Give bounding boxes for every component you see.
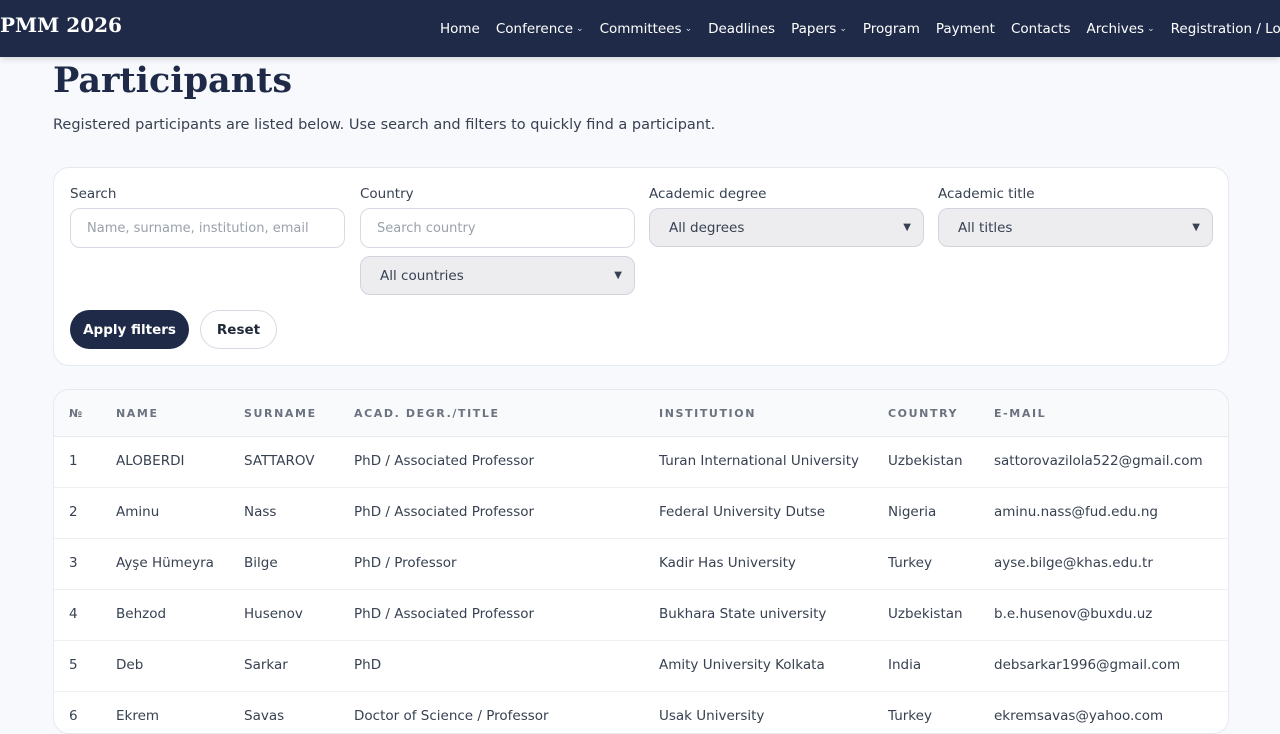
cell-email: debsarkar1996@gmail.com bbox=[994, 657, 1181, 673]
chevron-down-icon: ▼ bbox=[1192, 222, 1200, 233]
nav-menu: Home Conference ⌄ Committees ⌄ Deadlines Paper… bbox=[440, 0, 1280, 57]
nav-item-conference[interactable]: Conference ⌄ bbox=[496, 21, 584, 37]
cell-institution: Turan International University bbox=[659, 453, 859, 469]
nav-item-label: Contacts bbox=[1010, 20, 1071, 37]
column-header-name: NAME bbox=[116, 407, 159, 420]
cell-degree-title: PhD / Associated Professor bbox=[354, 453, 535, 469]
cell-email: ayse.bilge@khas.edu.tr bbox=[994, 555, 1153, 571]
country-label: Country bbox=[360, 186, 414, 202]
page-subtitle: Registered participants are listed below… bbox=[53, 117, 716, 133]
column-header-number: № bbox=[69, 407, 84, 420]
cell-surname: Husenov bbox=[244, 606, 303, 622]
title-label: Academic title bbox=[938, 186, 1035, 202]
cell-number: 5 bbox=[69, 657, 78, 673]
cell-institution: Kadir Has University bbox=[659, 555, 796, 571]
cell-country: Uzbekistan bbox=[888, 453, 963, 469]
nav-item-papers[interactable]: Papers ⌄ bbox=[791, 21, 847, 37]
table-row: 2 Aminu Nass PhD / Associated Professor Fede… bbox=[54, 488, 1228, 539]
nav-item-home[interactable]: Home bbox=[440, 21, 480, 37]
country-select[interactable]: All countries ▼ bbox=[360, 256, 635, 295]
table-row: 1 ALOBERDI SATTAROV PhD / Associated Profes… bbox=[54, 437, 1228, 488]
nav-item-label: Conference bbox=[495, 20, 574, 37]
cell-name: ALOBERDI bbox=[116, 453, 185, 469]
search-input-placeholder: Name, surname, institution, email bbox=[87, 220, 309, 236]
cell-institution: Amity University Kolkata bbox=[659, 657, 825, 673]
nav-item-label: Committees bbox=[599, 20, 682, 37]
column-header-degree-title: ACAD. DEGR./TITLE bbox=[354, 407, 500, 420]
apply-filters-button[interactable]: Apply filters bbox=[70, 310, 189, 349]
cell-surname: SATTAROV bbox=[244, 453, 315, 469]
cell-email: b.e.husenov@buxdu.uz bbox=[994, 606, 1153, 622]
degree-select[interactable]: All degrees ▼ bbox=[649, 208, 924, 247]
cell-country: Turkey bbox=[888, 555, 932, 571]
nav-item-contacts[interactable]: Contacts bbox=[1011, 21, 1071, 37]
cell-email: aminu.nass@fud.edu.ng bbox=[994, 504, 1158, 520]
cell-email: sattorovazilola522@gmail.com bbox=[994, 453, 1203, 469]
country-search-placeholder: Search country bbox=[377, 220, 476, 236]
nav-item-archives[interactable]: Archives ⌄ bbox=[1087, 21, 1155, 37]
cell-country: India bbox=[888, 657, 922, 673]
cell-surname: Sarkar bbox=[244, 657, 288, 673]
cell-name: Deb bbox=[116, 657, 144, 673]
cell-degree-title: PhD / Associated Professor bbox=[354, 606, 535, 622]
nav-item-program[interactable]: Program bbox=[863, 21, 920, 37]
country-search-input[interactable]: Search country bbox=[360, 208, 635, 248]
chevron-down-icon: ⌄ bbox=[1147, 23, 1155, 34]
cell-institution: Bukhara State university bbox=[659, 606, 827, 622]
nav-item-label: Registration / Login bbox=[1170, 20, 1280, 37]
title-select[interactable]: All titles ▼ bbox=[938, 208, 1213, 247]
cell-degree-title: PhD / Professor bbox=[354, 555, 457, 571]
cell-number: 2 bbox=[69, 504, 78, 520]
column-header-country: COUNTRY bbox=[888, 407, 959, 420]
cell-degree-title: PhD bbox=[354, 657, 382, 673]
cell-name: Aminu bbox=[116, 504, 160, 520]
table-row: 3 Ayşe Hümeyra Bilge PhD / Professor Kadir H… bbox=[54, 539, 1228, 590]
cell-surname: Nass bbox=[244, 504, 277, 520]
degree-select-value: All degrees bbox=[669, 219, 745, 236]
cell-number: 1 bbox=[69, 453, 78, 469]
cell-number: 3 bbox=[69, 555, 78, 571]
column-header-institution: INSTITUTION bbox=[659, 407, 757, 420]
table-row: 6 Ekrem Savas Doctor of Science / Professor… bbox=[54, 692, 1228, 733]
cell-degree-title: PhD / Associated Professor bbox=[354, 504, 535, 520]
nav-item-deadlines[interactable]: Deadlines bbox=[708, 21, 775, 37]
chevron-down-icon: ⌄ bbox=[684, 23, 693, 34]
nav-item-registration-login[interactable]: Registration / Login bbox=[1171, 21, 1280, 37]
cell-institution: Federal University Dutse bbox=[659, 504, 826, 520]
search-label: Search bbox=[70, 186, 117, 202]
participants-table: № NAME SURNAME ACAD. DEGR./TITLE INSTITUTION… bbox=[53, 389, 1229, 734]
column-header-email: E-MAIL bbox=[994, 407, 1047, 420]
reset-button[interactable]: Reset bbox=[200, 310, 277, 349]
cell-country: Nigeria bbox=[888, 504, 937, 520]
chevron-down-icon: ▼ bbox=[614, 270, 622, 281]
country-select-value: All countries bbox=[380, 267, 464, 284]
column-header-surname: SURNAME bbox=[244, 407, 317, 420]
cell-name: Behzod bbox=[116, 606, 167, 622]
cell-country: Uzbekistan bbox=[888, 606, 963, 622]
nav-item-label: Deadlines bbox=[708, 20, 776, 37]
cell-number: 4 bbox=[69, 606, 78, 622]
search-input[interactable]: Name, surname, institution, email bbox=[70, 208, 345, 248]
cell-name: Ayşe Hümeyra bbox=[116, 555, 214, 571]
chevron-down-icon: ⌄ bbox=[576, 23, 584, 34]
brand-logo[interactable]: PMM 2026 bbox=[0, 13, 122, 37]
nav-item-label: Payment bbox=[935, 20, 995, 37]
top-navbar: PMM 2026 Home Conference ⌄ Committees ⌄ Deadl… bbox=[0, 0, 1280, 57]
nav-item-payment[interactable]: Payment bbox=[936, 21, 995, 37]
nav-item-committees[interactable]: Committees ⌄ bbox=[600, 21, 693, 37]
nav-item-label: Home bbox=[440, 20, 480, 37]
table-header: № NAME SURNAME ACAD. DEGR./TITLE INSTITUTION… bbox=[54, 390, 1228, 437]
chevron-down-icon: ⌄ bbox=[839, 23, 847, 34]
nav-item-label: Program bbox=[862, 20, 920, 37]
title-select-value: All titles bbox=[958, 219, 1013, 236]
table-row: 5 Deb Sarkar PhD Amity University Kolkata Ind… bbox=[54, 641, 1228, 692]
table-row: 4 Behzod Husenov PhD / Associated Professor… bbox=[54, 590, 1228, 641]
filter-panel: Search Name, surname, institution, email… bbox=[53, 167, 1229, 366]
degree-label: Academic degree bbox=[649, 186, 767, 202]
chevron-down-icon: ▼ bbox=[903, 222, 911, 233]
nav-item-label: Papers bbox=[791, 20, 837, 37]
cell-surname: Bilge bbox=[244, 555, 278, 571]
nav-item-label: Archives bbox=[1086, 20, 1145, 37]
page-title: Participants bbox=[53, 60, 293, 101]
